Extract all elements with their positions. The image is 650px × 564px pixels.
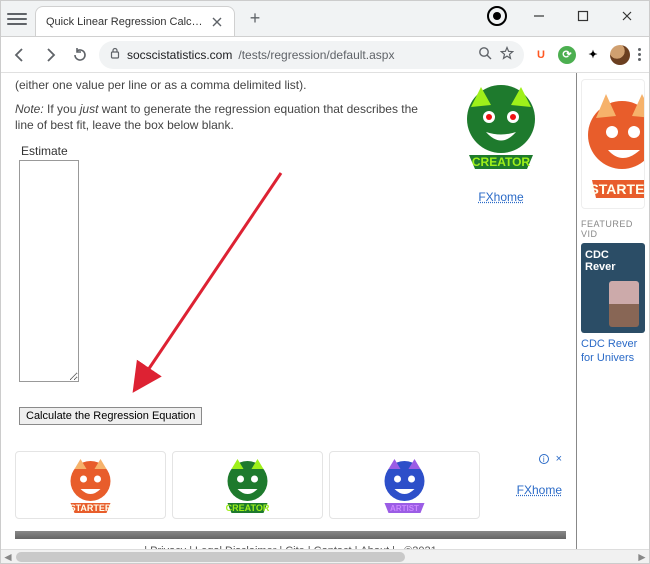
svg-text:CREATOR: CREATOR [226,503,270,513]
scroll-thumb[interactable] [16,552,405,562]
ad-card-artist[interactable]: ARTIST [329,451,480,519]
mascot-creator-icon: CREATOR [451,77,551,177]
extension-u-icon[interactable]: U [532,46,550,64]
fxhome-link-bottom[interactable]: FXhome [517,483,562,497]
window-controls [477,1,649,31]
window-close-button[interactable] [605,1,649,31]
video-badge: CDC Rever [585,249,616,273]
mascot-starter-side-icon: STARTER [582,80,645,209]
back-button[interactable] [9,44,31,66]
ad-row: STARTER CREATOR [15,451,566,519]
viewport: (either one value per line or as a comma… [1,73,649,563]
ad-meta: i × FXhome [486,451,566,519]
new-tab-button[interactable]: + [241,5,269,33]
scroll-right-icon[interactable]: ► [635,550,649,564]
ad-card-starter[interactable]: STARTER [15,451,166,519]
intro-text: (either one value per line or as a comma… [15,77,424,93]
browser-tab[interactable]: Quick Linear Regression Calculat [35,6,235,36]
titlebar: Quick Linear Regression Calculat + [1,1,649,37]
svg-text:ARTIST: ARTIST [390,504,419,513]
profile-avatar[interactable] [610,45,630,65]
horizontal-scrollbar[interactable]: ◄ ► [1,549,649,563]
address-bar[interactable]: socscistatistics.com/tests/regression/de… [99,41,524,69]
star-icon[interactable] [500,46,514,63]
mascot-artist-icon: ARTIST [330,455,479,515]
ad-card-creator[interactable]: CREATOR [172,451,323,519]
estimate-label: Estimate [21,144,424,158]
video-title[interactable]: CDC Rever for Univers [581,337,645,366]
lock-icon [109,47,121,62]
note-text: Note: If you just want to generate the r… [15,101,424,133]
window-minimize-button[interactable] [517,1,561,31]
ad-info-icon[interactable]: i [539,454,549,464]
note-italic: just [80,102,99,116]
svg-text:STARTER: STARTER [589,181,645,197]
extension-green-icon[interactable]: ⟳ [558,46,576,64]
app-menu-icon[interactable] [7,13,27,25]
record-indicator-icon [487,6,507,26]
mascot-creator-small-icon: CREATOR [173,455,322,515]
address-actions [478,46,514,63]
browser-window: Quick Linear Regression Calculat + socsc… [0,0,650,564]
forward-button[interactable] [39,44,61,66]
footer-separator [15,531,566,539]
estimate-input[interactable] [19,160,79,382]
browser-menu-button[interactable] [638,48,641,61]
top-ad: CREATOR FXhome [436,77,566,425]
note-prefix: Note: [15,102,44,116]
note-mid: If you [47,102,76,116]
main-column: (either one value per line or as a comma… [1,73,577,563]
reload-button[interactable] [69,44,91,66]
calculate-button[interactable]: Calculate the Regression Equation [19,407,202,425]
featured-heading: FEATURED VID [581,219,645,239]
ad-close-icon[interactable]: × [556,453,562,465]
note-rest: want to generate the regression equation… [15,102,418,132]
fxhome-link[interactable]: FXhome [478,190,523,204]
extensions-icon[interactable]: ✦ [584,46,602,64]
navbar: socscistatistics.com/tests/regression/de… [1,37,649,73]
tab-title: Quick Linear Regression Calculat [46,16,204,28]
search-icon[interactable] [478,46,492,63]
window-maximize-button[interactable] [561,1,605,31]
url-host: socscistatistics.com [127,48,232,62]
video-thumbnail[interactable]: CDC Rever [581,243,645,333]
page: (either one value per line or as a comma… [1,73,649,563]
scroll-left-icon[interactable]: ◄ [1,550,15,564]
svg-text:STARTER: STARTER [70,503,112,513]
side-column: STARTER FEATURED VID CDC Rever CDC Rever… [577,73,649,563]
svg-text:CREATOR: CREATOR [472,155,531,169]
url-path: /tests/regression/default.aspx [238,48,394,62]
mascot-starter-icon: STARTER [16,455,165,515]
side-ad-starter[interactable]: STARTER [581,79,645,209]
content-wrap: (either one value per line or as a comma… [1,73,649,563]
close-tab-icon[interactable] [210,15,224,29]
